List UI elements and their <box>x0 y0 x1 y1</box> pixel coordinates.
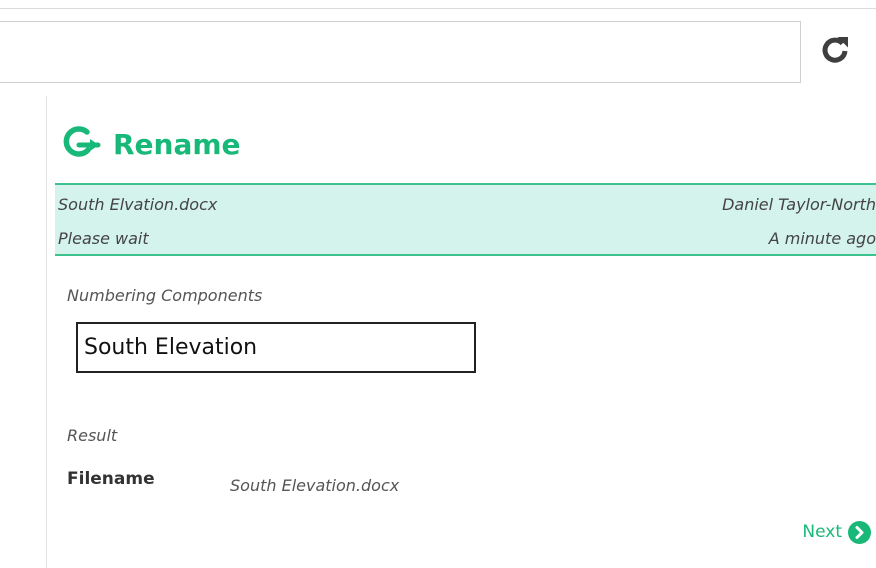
info-filename: South Elvation.docx <box>58 195 218 214</box>
info-timestamp: A minute ago <box>768 229 876 248</box>
filename-key: Filename <box>67 469 155 489</box>
next-button[interactable]: Next <box>802 520 871 544</box>
numbering-components-label: Numbering Components <box>67 286 263 305</box>
numbering-component-input[interactable] <box>78 324 474 371</box>
g-arrow-logo-icon <box>61 124 101 164</box>
result-label: Result <box>67 426 118 445</box>
numbering-component-field[interactable] <box>76 322 476 373</box>
panel-left-border <box>46 96 47 568</box>
panel-header: Rename <box>61 122 241 166</box>
page-title: Rename <box>113 127 241 161</box>
chevron-circle-right-icon <box>848 520 871 544</box>
top-divider <box>0 8 876 9</box>
file-info-box: South Elvation.docx Please wait Daniel T… <box>55 183 876 256</box>
filename-result-value: South Elevation.docx <box>230 476 400 495</box>
info-author: Daniel Taylor-North <box>722 195 876 214</box>
address-bar[interactable] <box>0 21 801 83</box>
refresh-button[interactable] <box>814 30 856 72</box>
next-label: Next <box>802 522 842 542</box>
info-status: Please wait <box>58 229 149 248</box>
refresh-icon <box>818 32 852 70</box>
